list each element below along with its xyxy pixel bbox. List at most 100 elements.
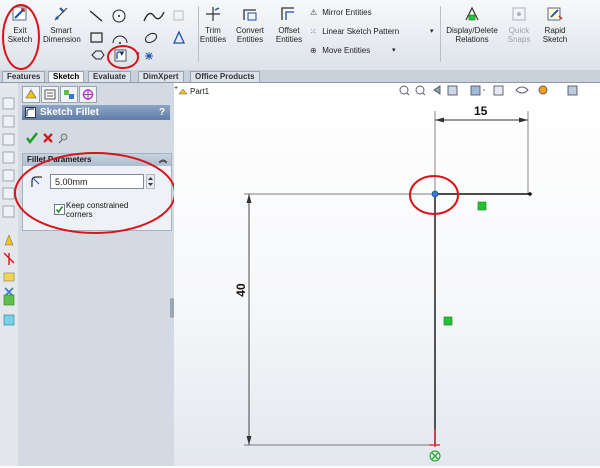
linear-sketch-pattern-button[interactable]: ⁙ Linear Sketch Pattern <box>310 27 399 36</box>
pm-action-buttons <box>26 132 68 144</box>
smart-dimension-button[interactable]: Smart Dimension <box>40 4 82 44</box>
exit-sketch-icon <box>12 6 27 21</box>
exit-sketch-label: Exit Sketch <box>7 26 33 44</box>
ribbon-divider <box>440 6 441 62</box>
tab-office-products[interactable]: Office Products <box>190 71 260 82</box>
move-entities-icon: ⊕ <box>310 46 317 55</box>
dropdown-arrow-icon[interactable]: ▾ <box>392 46 396 54</box>
appearance-icon[interactable] <box>4 234 14 246</box>
relations-icon <box>465 6 479 21</box>
sketch-fillet-icon <box>25 107 36 118</box>
spline-icon[interactable] <box>143 11 165 22</box>
sketch-canvas: 15 40 <box>234 104 532 462</box>
property-manager-title-bar: Sketch Fillet ? <box>22 105 170 120</box>
dropdown-arrow-icon[interactable]: ▾ <box>120 50 124 58</box>
configuration-manager-tab[interactable] <box>60 86 78 103</box>
keep-constrained-corners-checkbox[interactable] <box>54 204 65 215</box>
offset-entities-icon <box>281 7 294 20</box>
collapse-icon[interactable]: ︽ <box>159 154 167 166</box>
convert-entities-button[interactable]: Convert Entities <box>231 4 269 44</box>
linear-sketch-pattern-label: Linear Sketch Pattern <box>322 27 400 36</box>
resources-icon[interactable] <box>3 294 15 306</box>
view-icon[interactable] <box>2 187 15 200</box>
tab-features[interactable]: Features <box>2 71 46 82</box>
strip-icons <box>2 97 15 326</box>
feature-tree-icon <box>25 89 37 99</box>
trim-entities-icon <box>206 7 220 21</box>
view-icon[interactable] <box>2 115 15 128</box>
tab-evaluate[interactable]: Evaluate <box>88 71 131 82</box>
display-delete-relations-button[interactable]: Display/Delete Relations <box>442 4 502 44</box>
fillet-radius-input[interactable]: 5.00mm <box>50 174 144 189</box>
selected-corner-point[interactable] <box>431 190 439 198</box>
keep-constrained-corners-label: Keep constrained corners <box>66 201 128 219</box>
trim-entities-button[interactable]: Trim Entities <box>198 4 228 44</box>
fillet-parameters-header[interactable]: Fillet Parameters ︽ <box>23 154 171 166</box>
mirror-entities-button[interactable]: ⚠ Mirror Entities <box>310 8 372 17</box>
display-delete-relations-label: Display/Delete Relations <box>446 26 498 44</box>
view-icon[interactable] <box>2 151 15 164</box>
sketch-endpoint[interactable] <box>528 192 532 196</box>
tab-dimxpert[interactable]: DimXpert <box>138 71 184 82</box>
dimxpert-manager-tab[interactable] <box>79 86 97 103</box>
convert-entities-icon <box>243 9 257 21</box>
tab-sketch[interactable]: Sketch <box>48 71 85 82</box>
dropdown-arrow-icon[interactable]: ▾ <box>136 50 140 58</box>
vertical-dimension[interactable] <box>244 193 435 446</box>
vertical-relation-icon[interactable] <box>443 316 453 326</box>
graphics-area[interactable]: + Part1 15 40 <box>174 83 600 466</box>
text-icon[interactable] <box>172 30 186 44</box>
exit-sketch-button[interactable]: Exit Sketch <box>3 4 37 44</box>
feature-manager-tab[interactable] <box>22 86 40 103</box>
pushpin-icon[interactable] <box>58 133 68 144</box>
cancel-button[interactable] <box>43 133 53 143</box>
horizontal-dimension-value[interactable]: 15 <box>474 104 488 118</box>
keep-corners-line2: corners <box>66 210 93 219</box>
arc-icon[interactable] <box>112 35 128 44</box>
ellipse-icon[interactable] <box>144 32 158 45</box>
command-manager-ribbon: Exit Sketch Smart Dimension ▾ ▾ Trim Ent… <box>0 0 600 71</box>
trim-entities-label: Trim Entities <box>199 26 227 44</box>
rapid-sketch-button[interactable]: Rapid Sketch <box>538 4 572 44</box>
view-icon[interactable] <box>2 169 15 182</box>
move-entities-button[interactable]: ⊕ Move Entities <box>310 46 370 55</box>
offset-entities-button[interactable]: Offset Entities <box>272 4 306 44</box>
library-icon[interactable] <box>3 272 15 282</box>
line-icon[interactable] <box>89 10 103 22</box>
view-icon[interactable] <box>2 205 15 218</box>
smart-dimension-icon <box>54 7 68 21</box>
property-manager-panel: Sketch Fillet ? Fillet Parameters ︽ 5.00… <box>14 83 176 466</box>
convert-entities-label: Convert Entities <box>235 26 264 44</box>
ok-button[interactable] <box>26 132 38 144</box>
property-manager-tab[interactable] <box>41 86 59 103</box>
quick-snaps-label: Quick Snaps <box>507 26 531 44</box>
circle-icon[interactable] <box>112 9 126 23</box>
point-icon <box>173 10 184 21</box>
sketch-tools-icons <box>89 9 186 62</box>
task-pane-strip <box>0 83 19 466</box>
linear-pattern-icon: ⁙ <box>310 27 317 36</box>
vertical-dimension-value[interactable]: 40 <box>234 283 248 297</box>
radius-spinner[interactable] <box>146 174 155 189</box>
property-manager-icon <box>44 89 56 100</box>
rapid-sketch-label: Rapid Sketch <box>542 26 568 44</box>
property-manager-title: Sketch Fillet <box>40 107 99 118</box>
view-icon[interactable] <box>2 133 15 146</box>
quick-snaps-button[interactable]: Quick Snaps <box>503 4 535 44</box>
custom-property-icon[interactable] <box>3 252 15 265</box>
origin-axis-icon <box>429 429 440 447</box>
smart-dimension-label: Smart Dimension <box>43 26 81 44</box>
quick-snaps-icon <box>512 7 526 21</box>
dropdown-arrow-icon[interactable]: ▾ <box>430 27 434 35</box>
help-button[interactable]: ? <box>159 105 165 120</box>
rectangle-icon[interactable] <box>90 32 103 43</box>
explorer-icon[interactable] <box>3 314 15 326</box>
mirror-entities-label: Mirror Entities <box>322 8 372 17</box>
view-icon[interactable] <box>2 97 15 110</box>
command-manager-tabs: Features Sketch Evaluate DimXpert Office… <box>0 70 600 83</box>
polygon-icon[interactable] <box>91 50 105 60</box>
dimxpert-icon <box>82 89 94 100</box>
construction-geometry-icon[interactable] <box>145 52 153 60</box>
horizontal-dimension[interactable] <box>434 111 529 194</box>
horizontal-relation-icon[interactable] <box>477 201 487 211</box>
